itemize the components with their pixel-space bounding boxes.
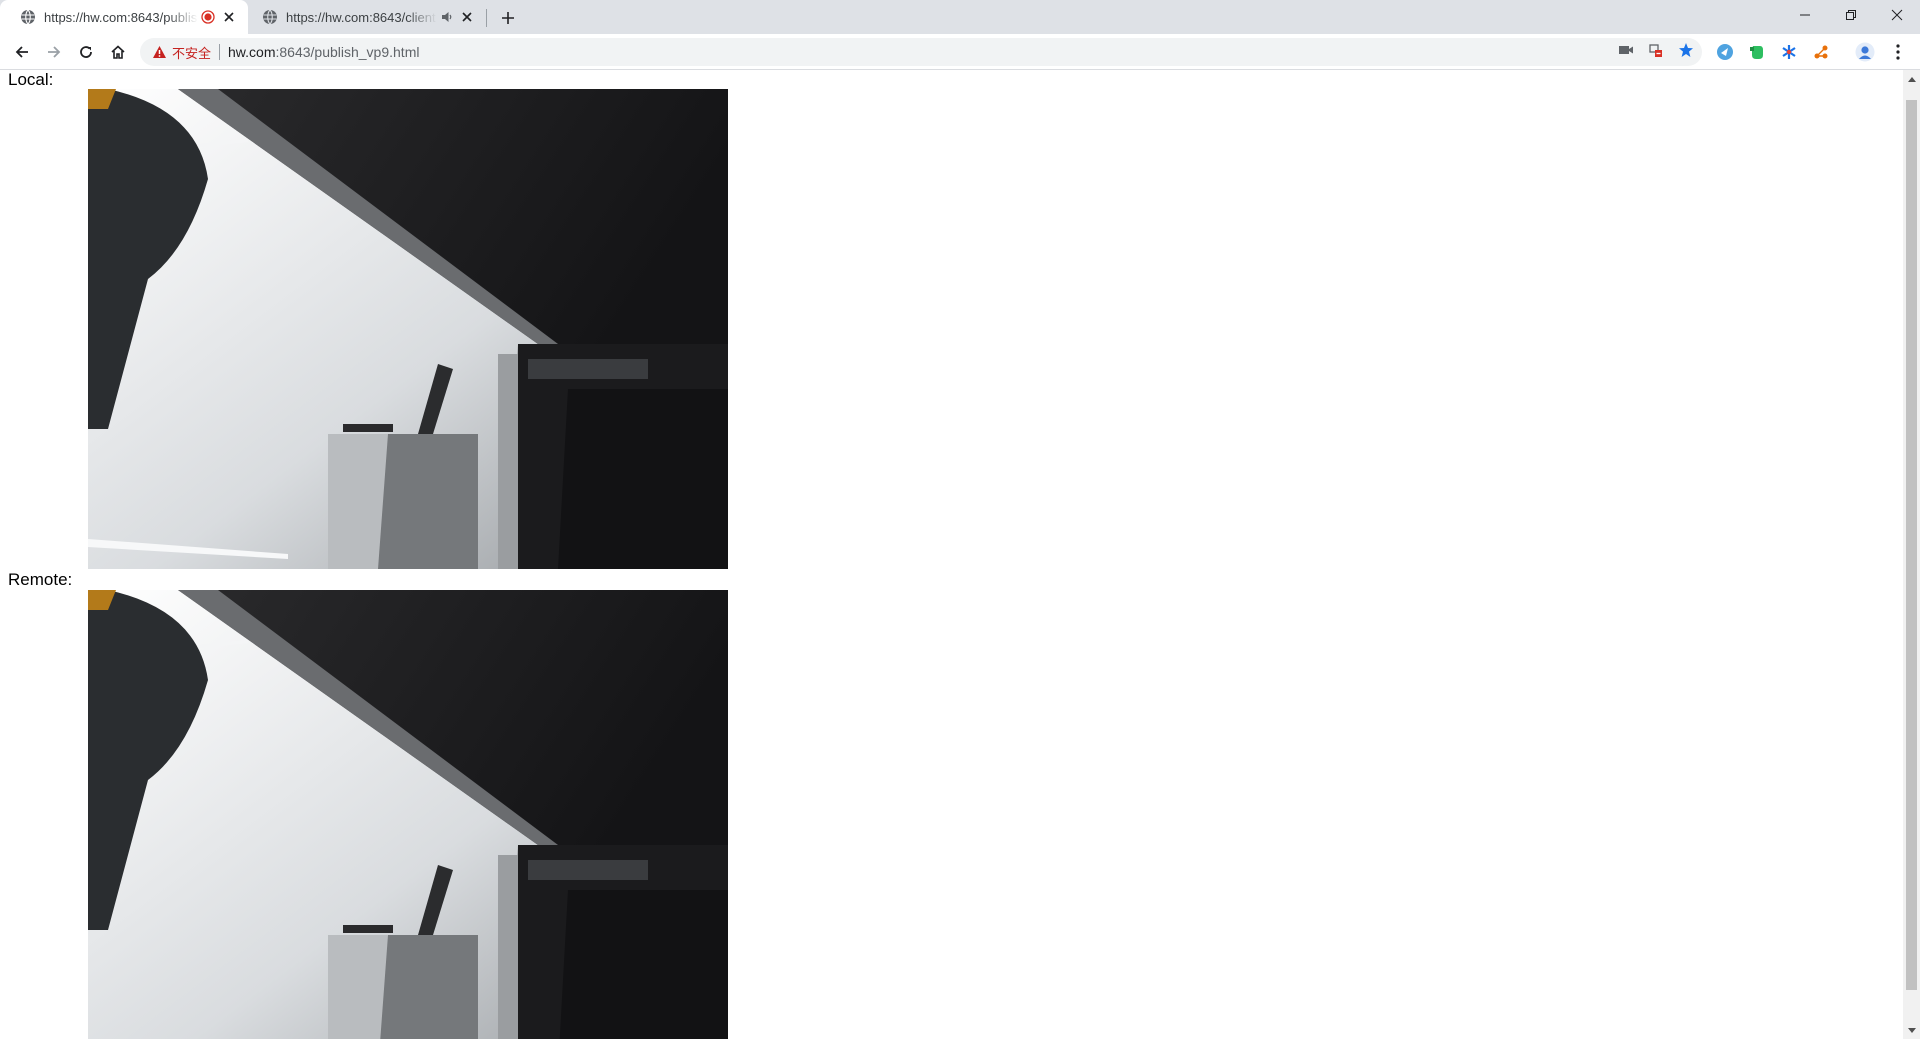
globe-icon: [263, 9, 277, 25]
speaker-icon[interactable]: [439, 9, 455, 25]
remote-label: Remote:: [8, 570, 73, 589]
scroll-thumb[interactable]: [1906, 100, 1917, 990]
security-status[interactable]: 不安全: [172, 43, 211, 62]
recording-icon: [200, 9, 216, 25]
bookmark-star-icon[interactable]: [1678, 42, 1694, 63]
new-tab-button[interactable]: [496, 6, 520, 30]
plus-icon: [502, 12, 514, 24]
minimize-icon: [1800, 14, 1810, 16]
forward-arrow-icon: [48, 46, 61, 58]
scroll-down-arrow[interactable]: [1903, 1022, 1920, 1039]
tab-strip: https://hw.com:8643/publish_vp9.html htt…: [0, 0, 1920, 34]
home-icon: [111, 45, 125, 59]
tab-title: https://hw.com:8643/publish_vp9.html: [44, 9, 198, 25]
home-button[interactable]: [104, 38, 132, 66]
menu-kebab-icon[interactable]: [1888, 42, 1908, 62]
forward-button[interactable]: [40, 38, 68, 66]
back-button[interactable]: [8, 38, 36, 66]
close-window-button[interactable]: [1874, 0, 1920, 30]
extension-blue-icon[interactable]: [1715, 42, 1735, 62]
browser-toolbar: 不安全 hw.com:8643/publish_vp9.html: [0, 34, 1920, 96]
tab-client[interactable]: https://hw.com:8643/client: [242, 0, 486, 34]
vertical-scrollbar[interactable]: [1903, 70, 1920, 1039]
address-bar[interactable]: 不安全 hw.com:8643/publish_vp9.html: [140, 38, 1702, 66]
url-path: :8643/publish_vp9.html: [275, 44, 420, 60]
url-host: hw.com: [228, 44, 276, 60]
scroll-up-arrow[interactable]: [1903, 70, 1920, 87]
remote-video[interactable]: [88, 590, 728, 1039]
profile-avatar[interactable]: [1855, 42, 1875, 62]
blocked-content-icon[interactable]: [1648, 42, 1664, 63]
restore-icon: [1846, 10, 1856, 20]
close-icon: [1891, 9, 1903, 21]
restore-button[interactable]: [1828, 0, 1874, 30]
warning-icon[interactable]: [151, 44, 167, 60]
asterisk-extension-icon[interactable]: [1779, 42, 1799, 62]
back-arrow-icon: [15, 46, 28, 58]
tab-divider: [486, 9, 487, 27]
omnibox-divider: [219, 44, 221, 60]
evernote-icon[interactable]: [1747, 42, 1767, 62]
tab-title: https://hw.com:8643/client: [286, 9, 436, 25]
omnibox-actions: [1618, 42, 1694, 62]
camera-icon[interactable]: [1618, 43, 1634, 61]
local-label: Local:: [8, 70, 54, 89]
close-tab-icon[interactable]: [220, 8, 238, 26]
tab-publish[interactable]: https://hw.com:8643/publish_vp9.html: [0, 0, 248, 34]
share-extension-icon[interactable]: [1811, 42, 1831, 62]
url-text[interactable]: hw.com:8643/publish_vp9.html: [228, 44, 419, 60]
page-viewport: Local: Remote:: [0, 70, 1903, 1039]
reload-icon: [80, 46, 92, 58]
reload-button[interactable]: [72, 38, 100, 66]
local-video[interactable]: [88, 89, 728, 569]
close-tab-icon[interactable]: [458, 8, 476, 26]
minimize-button[interactable]: [1782, 0, 1828, 30]
globe-icon: [21, 9, 35, 25]
